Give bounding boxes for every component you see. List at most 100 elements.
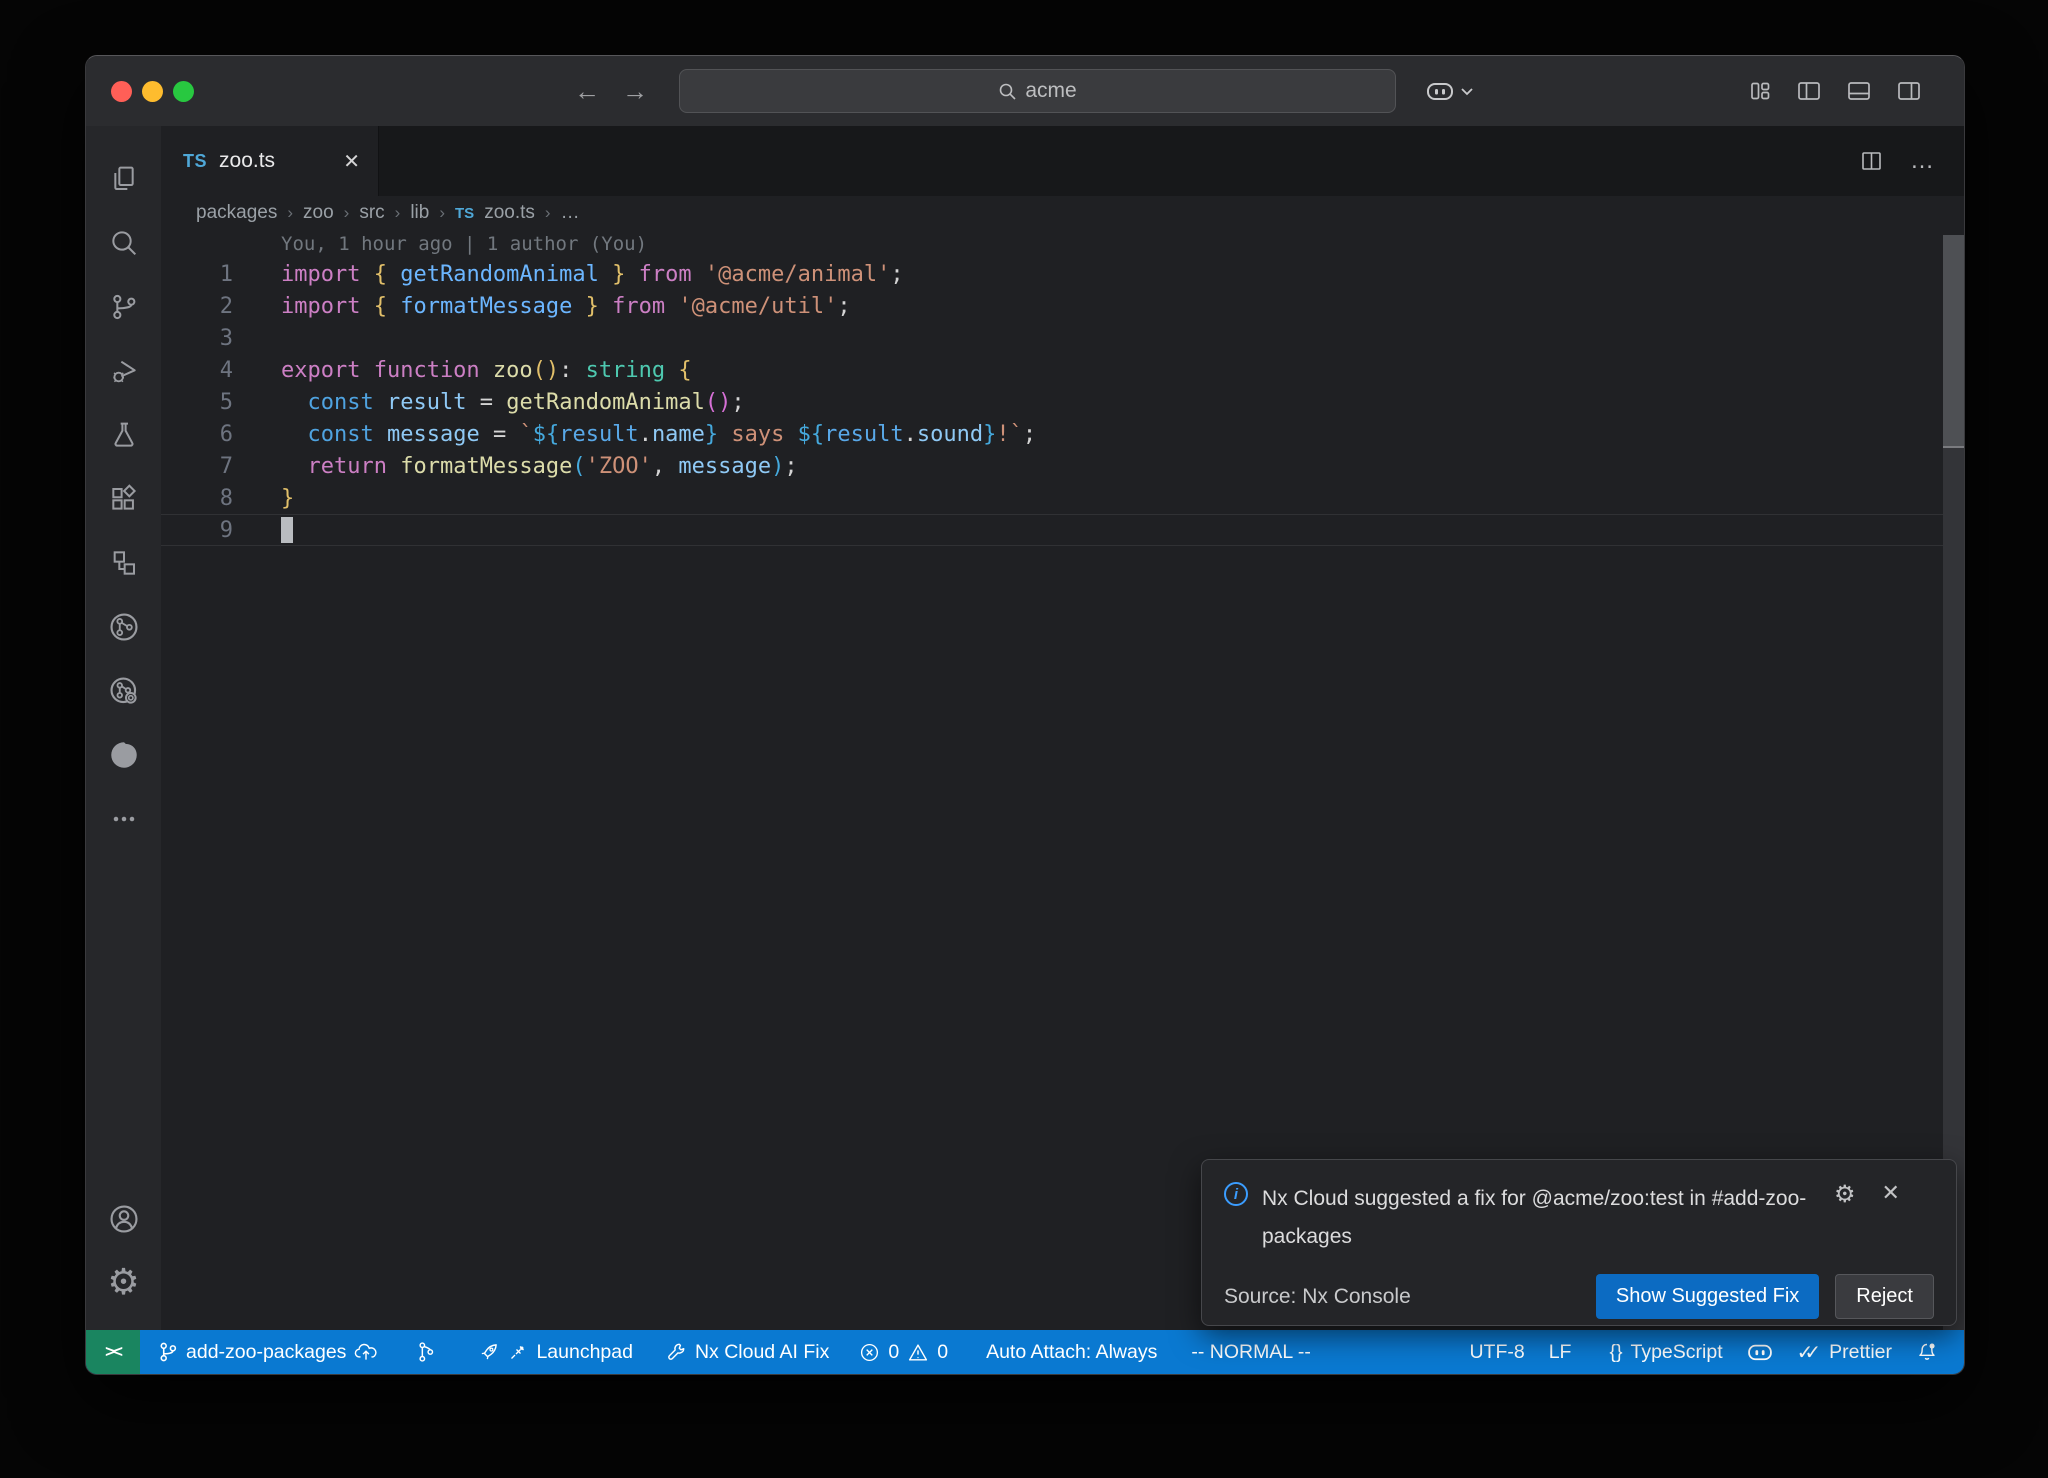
- auto-attach-item[interactable]: Auto Attach: Always: [974, 1330, 1169, 1374]
- notifications-bell-item[interactable]: [1904, 1330, 1950, 1374]
- nx-cloud-icon[interactable]: [86, 660, 161, 722]
- chevron-right-icon: ›: [287, 203, 293, 223]
- code-token: {: [665, 358, 692, 383]
- code-line: 3: [161, 322, 1964, 354]
- line-number: 6: [161, 422, 233, 447]
- close-window-button[interactable]: [111, 81, 132, 102]
- code-token: ;: [890, 262, 903, 287]
- line-number: 7: [161, 454, 233, 479]
- nx-console-icon[interactable]: [86, 596, 161, 658]
- zoom-window-button[interactable]: [173, 81, 194, 102]
- code-line: 2import { formatMessage } from '@acme/ut…: [161, 290, 1964, 322]
- notification-settings-gear-icon[interactable]: ⚙: [1834, 1180, 1856, 1208]
- split-editor-icon[interactable]: [1859, 149, 1884, 173]
- breadcrumb-more[interactable]: …: [561, 202, 580, 224]
- code-token: result: [824, 422, 903, 447]
- code-line: 7 return formatMessage('ZOO', message);: [161, 450, 1964, 482]
- show-suggested-fix-button[interactable]: Show Suggested Fix: [1596, 1274, 1819, 1319]
- code-token: [281, 422, 308, 447]
- breadcrumb-item[interactable]: zoo: [303, 202, 334, 224]
- language-item[interactable]: {} TypeScript: [1597, 1330, 1734, 1374]
- chevron-right-icon: ›: [344, 203, 350, 223]
- more-icon[interactable]: [86, 788, 161, 850]
- code-token: ): [771, 454, 784, 479]
- code-token: zoo: [493, 358, 533, 383]
- back-icon[interactable]: ←: [574, 76, 600, 107]
- code-token: result: [559, 422, 638, 447]
- prettier-item[interactable]: ✓✓ Prettier: [1785, 1330, 1904, 1374]
- search-icon[interactable]: [86, 212, 161, 274]
- warning-count: 0: [937, 1341, 948, 1364]
- line-number: 9: [161, 518, 233, 543]
- tab-bar: TS zoo.ts ✕ …: [161, 126, 1964, 196]
- code-line: 5 const result = getRandomAnimal();: [161, 386, 1964, 418]
- code-token: (): [533, 358, 560, 383]
- vim-mode-item[interactable]: -- NORMAL --: [1179, 1330, 1323, 1374]
- check-all-icon: ✓✓: [1797, 1340, 1822, 1365]
- explorer-icon[interactable]: [86, 148, 161, 210]
- code-token: `: [519, 422, 532, 447]
- git-branch-item[interactable]: add-zoo-packages: [146, 1330, 390, 1374]
- code-text: export function zoo(): string {: [233, 358, 692, 383]
- code-token: !`: [996, 422, 1023, 447]
- encoding-item[interactable]: UTF-8: [1457, 1330, 1536, 1374]
- code-token: return: [308, 454, 401, 479]
- scrollbar-thumb[interactable]: [1943, 235, 1964, 448]
- remote-indicator[interactable]: ><: [86, 1330, 140, 1374]
- copilot-icon[interactable]: [1426, 80, 1454, 102]
- code-token: from: [599, 294, 678, 319]
- tab-label: zoo.ts: [219, 149, 275, 173]
- code-token: '@acme/animal': [705, 262, 890, 287]
- remote-explorer-icon[interactable]: [86, 532, 161, 594]
- code-token: string: [586, 358, 665, 383]
- bell-dot-icon: [1916, 1341, 1938, 1363]
- breadcrumb-item[interactable]: src: [359, 202, 384, 224]
- browser-preview-icon[interactable]: [86, 724, 161, 786]
- customize-layout-icon[interactable]: [1748, 79, 1772, 103]
- breadcrumb-item[interactable]: packages: [196, 202, 277, 224]
- minimize-window-button[interactable]: [142, 81, 163, 102]
- code-token: import: [281, 294, 374, 319]
- breadcrumb-item[interactable]: lib: [410, 202, 429, 224]
- run-and-debug-icon[interactable]: [86, 340, 161, 402]
- code-text: [233, 517, 293, 543]
- wrench-icon: [665, 1341, 687, 1363]
- toggle-panel-right-icon[interactable]: [1896, 79, 1922, 103]
- code-token: {: [374, 294, 401, 319]
- blame-annotation: You, 1 hour ago | 1 author (You): [161, 230, 1964, 258]
- command-center-search[interactable]: acme: [679, 69, 1396, 113]
- source-control-icon[interactable]: [86, 276, 161, 338]
- breadcrumb-item[interactable]: zoo.ts: [484, 202, 535, 224]
- toggle-panel-bottom-icon[interactable]: [1846, 79, 1872, 103]
- braces-icon: {}: [1609, 1341, 1622, 1364]
- code-token: }: [281, 486, 294, 511]
- code-token: }: [599, 262, 626, 287]
- chevron-right-icon: ›: [395, 203, 401, 223]
- source-control-graph-item[interactable]: [404, 1330, 448, 1374]
- editor-more-actions-icon[interactable]: …: [1910, 147, 1936, 175]
- toggle-panel-left-icon[interactable]: [1796, 79, 1822, 103]
- extensions-icon[interactable]: [86, 468, 161, 530]
- nx-cloud-fix-item[interactable]: Nx Cloud AI Fix: [653, 1330, 841, 1374]
- chevron-down-icon[interactable]: [1460, 86, 1474, 96]
- notification-close-icon[interactable]: ✕: [1882, 1180, 1900, 1206]
- forward-icon[interactable]: →: [622, 76, 648, 107]
- code-token: getRandomAnimal: [506, 390, 705, 415]
- launchpad-item[interactable]: Launchpad: [466, 1330, 645, 1374]
- reject-button[interactable]: Reject: [1835, 1274, 1934, 1319]
- account-icon[interactable]: [86, 1188, 161, 1250]
- settings-gear-icon[interactable]: ⚙: [86, 1252, 161, 1314]
- line-number: 4: [161, 358, 233, 383]
- rocket-icon: [478, 1341, 500, 1363]
- tab-zoo-ts[interactable]: TS zoo.ts ✕: [161, 126, 379, 196]
- problems-item[interactable]: 0 0: [847, 1330, 960, 1374]
- code-token: export function: [281, 358, 493, 383]
- code-token: '@acme/util': [678, 294, 837, 319]
- warnings-icon: [907, 1342, 929, 1363]
- copilot-status-item[interactable]: [1735, 1330, 1785, 1374]
- close-tab-icon[interactable]: ✕: [343, 149, 360, 174]
- testing-icon[interactable]: [86, 404, 161, 466]
- code-token: ${: [798, 422, 825, 447]
- code-token: {: [374, 262, 401, 287]
- eol-item[interactable]: LF: [1537, 1330, 1584, 1374]
